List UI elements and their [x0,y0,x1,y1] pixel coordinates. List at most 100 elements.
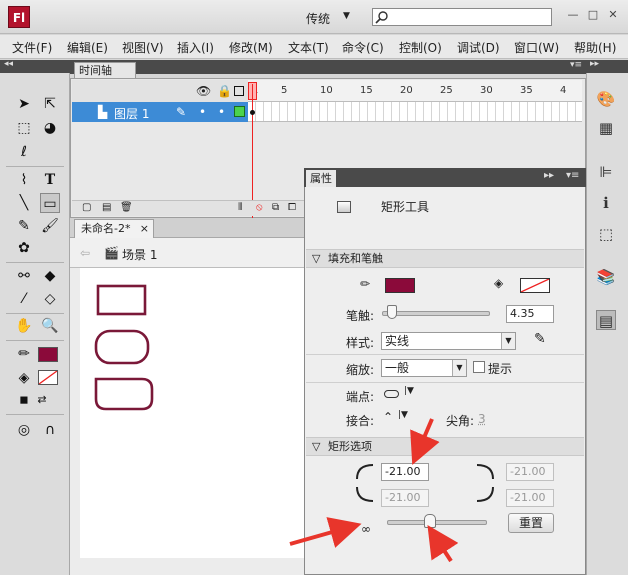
corner-radius-bottom-left-input[interactable]: -21.00 [381,489,429,507]
rectangle-tool-icon[interactable]: ▭ [40,193,60,213]
round-cap-icon[interactable] [384,390,399,398]
close-tab-icon[interactable]: × [140,220,149,238]
align-icon[interactable]: ⊫ [596,162,616,182]
bone-tool-icon[interactable]: ⚯ [14,266,34,286]
section-rectangle-options[interactable]: ▽ 矩形选项 [306,437,584,456]
eraser-tool-icon[interactable]: ◇ [40,289,60,309]
section-fill-stroke[interactable]: ▽ 填充和笔触 [306,249,584,268]
visible-dot-icon[interactable]: • [199,105,206,119]
join-style-icon[interactable]: ⌃ [383,410,393,424]
layer-outline-color[interactable] [234,106,245,117]
hint-checkbox[interactable] [473,361,485,373]
menu-help[interactable]: 帮助(H) [574,39,616,56]
brush-tool-icon[interactable]: 🖌 [40,216,60,236]
swap-colors-icon[interactable]: ⇄ [32,390,52,410]
3d-rotation-tool-icon[interactable]: ◕ [40,118,60,138]
menu-commands[interactable]: 命令(C) [342,39,384,56]
panel-menu-icon[interactable]: ▾≡ [570,60,582,70]
color-palette-icon[interactable]: 🎨 [596,89,616,109]
menu-window[interactable]: 窗口(W) [514,39,559,56]
lock-corners-link-icon[interactable]: ∞ [361,522,371,536]
outline-icon[interactable] [234,86,244,96]
corner-radius-slider-track[interactable] [387,520,487,525]
tab-timeline[interactable]: 时间轴 [74,62,136,78]
collapse-icon[interactable]: ◂◂ [4,59,13,69]
stroke-slider-thumb[interactable] [387,305,397,319]
fill-color-swatch[interactable] [38,370,58,385]
library-icon[interactable]: 📚 [596,267,616,287]
delete-layer-icon[interactable]: 🗑 [120,202,133,213]
text-tool-icon[interactable]: T [40,170,60,190]
document-tab[interactable]: 未命名-2* × [74,219,154,238]
stage[interactable] [80,268,310,558]
properties-panel-icon[interactable]: ▤ [596,310,616,330]
stroke-width-input[interactable]: 4.35 [506,305,554,323]
menu-edit[interactable]: 编辑(E) [67,39,108,56]
object-drawing-icon[interactable]: ◎ [14,420,34,440]
expand-icon[interactable]: ▸▸ [590,59,599,69]
stroke-color-swatch[interactable] [385,278,415,293]
onion-skin-icon[interactable]: ⧉ [272,202,279,213]
menu-control[interactable]: 控制(O) [399,39,442,56]
reset-button[interactable]: 重置 [508,513,554,533]
lock-dot-icon[interactable]: • [218,105,225,119]
corner-radius-top-right-input[interactable]: -21.00 [506,463,554,481]
corner-radius-slider-thumb[interactable] [424,514,436,528]
restore-button[interactable]: □ [586,8,600,22]
pencil-tool-icon[interactable]: ✎ [14,216,34,236]
deco-tool-icon[interactable]: ✿ [14,238,34,258]
scale-select[interactable]: 一般 ▼ [381,359,467,377]
minimize-button[interactable]: — [566,8,580,22]
stroke-slider-track[interactable] [382,311,490,316]
swatches-grid-icon[interactable]: ▦ [596,118,616,138]
center-frame-icon[interactable]: ⦸ [256,202,263,213]
snap-magnet-icon[interactable]: ∩ [40,420,60,440]
scrub-handle-icon[interactable]: ⦀ [238,202,242,213]
menu-modify[interactable]: 修改(M) [229,39,273,56]
eye-icon[interactable]: 👁 [196,84,211,98]
join-dropdown-icon[interactable]: |▼ [398,410,408,420]
lasso-tool-icon[interactable]: ℓ [14,142,34,162]
edit-stroke-style-icon[interactable]: ✎ [534,331,546,347]
panel-menu-icon[interactable]: ▾≡ [566,170,579,181]
new-layer-icon[interactable]: ▢ [82,202,91,213]
menu-view[interactable]: 视图(V) [122,39,164,56]
zoom-tool-icon[interactable]: 🔍 [40,316,60,336]
info-icon[interactable]: ℹ [596,193,616,213]
selection-tool-icon[interactable]: ➤ [14,94,34,114]
transform-icon[interactable]: ⬚ [596,224,616,244]
collapse-panel-icon[interactable]: ▸▸ [544,170,554,181]
lock-icon[interactable]: 🔒 [217,84,232,98]
fill-color-swatch[interactable] [520,278,550,293]
stroke-color-swatch[interactable] [38,347,58,362]
line-tool-icon[interactable]: ╲ [14,193,34,213]
black-white-icon[interactable]: ◼ [14,390,34,410]
style-select[interactable]: 实线 ▼ [381,332,516,350]
miter-value[interactable]: 3 [478,412,486,426]
layer-name[interactable]: 图层 1 [114,105,149,122]
subselection-tool-icon[interactable]: ⇱ [40,94,60,114]
menu-insert[interactable]: 插入(I) [177,39,214,56]
pen-tool-icon[interactable]: ⌇ [14,170,34,190]
search-input[interactable] [372,8,552,26]
corner-radius-bottom-right-input[interactable]: -21.00 [506,489,554,507]
cap-dropdown-icon[interactable]: |▼ [404,386,414,396]
scene-label[interactable]: 场景 1 [122,246,157,263]
eyedropper-tool-icon[interactable]: ⁄ [14,289,34,309]
paint-bucket-tool-icon[interactable]: ◆ [40,266,60,286]
tab-properties[interactable]: 属性 [306,170,336,187]
onion-outline-icon[interactable]: ⧠ [288,202,296,213]
workspace-switcher[interactable]: 传统 [306,10,330,27]
frames-row[interactable] [248,102,582,122]
back-arrow-icon[interactable]: ⇦ [80,246,90,260]
menu-debug[interactable]: 调试(D) [457,39,500,56]
menu-file[interactable]: 文件(F) [12,39,52,56]
corner-radius-top-left-input[interactable]: -21.00 [381,463,429,481]
menu-text[interactable]: 文本(T) [288,39,329,56]
close-button[interactable]: ✕ [606,8,620,22]
new-folder-icon[interactable]: ▤ [102,202,111,213]
chevron-down-icon[interactable]: ▼ [343,11,350,21]
layer-row[interactable]: ▙ 图层 1 ✎ • • [72,102,248,122]
free-transform-tool-icon[interactable]: ⬚ [14,118,34,138]
hand-tool-icon[interactable]: ✋ [14,316,34,336]
